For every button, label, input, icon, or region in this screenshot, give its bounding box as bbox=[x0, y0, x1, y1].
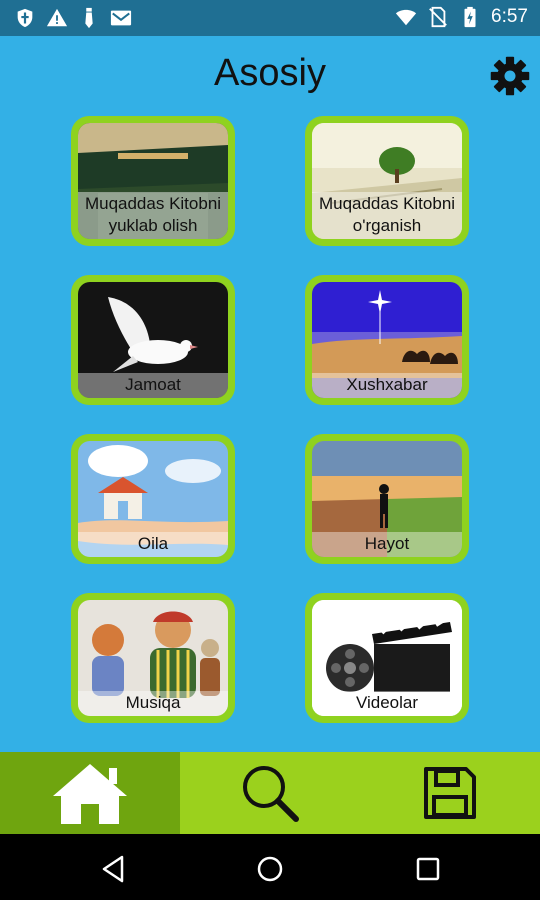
tile-hayot[interactable]: Hayot bbox=[305, 434, 469, 564]
save-icon bbox=[424, 767, 476, 819]
tile-label: Xushxabar bbox=[312, 373, 462, 398]
battery-icon bbox=[464, 6, 476, 28]
tile-label: Videolar bbox=[312, 691, 462, 716]
tile-image: Muqaddas Kitobni o'rganish bbox=[312, 123, 462, 239]
home-circle-icon[interactable] bbox=[255, 854, 285, 884]
tile-musiqa[interactable]: Musiqa bbox=[71, 593, 235, 723]
nav-search[interactable] bbox=[180, 752, 360, 834]
tile-study-bible[interactable]: Muqaddas Kitobni o'rganish bbox=[305, 116, 469, 246]
wifi-icon bbox=[395, 9, 417, 26]
tile-image: Hayot bbox=[312, 441, 462, 557]
tile-oila[interactable]: Oila bbox=[71, 434, 235, 564]
tile-image: Oila bbox=[78, 441, 228, 557]
tile-image: Videolar bbox=[312, 600, 462, 716]
tile-image: Xushxabar bbox=[312, 282, 462, 398]
system-status: 6:57 bbox=[395, 6, 528, 28]
recents-icon[interactable] bbox=[413, 854, 443, 884]
notification-icons bbox=[14, 7, 132, 29]
tile-jamoat[interactable]: Jamoat bbox=[71, 275, 235, 405]
shield-icon bbox=[17, 8, 33, 28]
gear-icon[interactable] bbox=[488, 54, 532, 98]
bottom-navigation bbox=[0, 752, 540, 834]
tie-icon bbox=[85, 7, 93, 29]
tile-image: Muqaddas Kitobni yuklab olish bbox=[78, 123, 228, 239]
search-icon bbox=[243, 766, 299, 822]
system-navigation-bar bbox=[0, 834, 540, 900]
warning-icon bbox=[46, 8, 68, 27]
clock: 6:57 bbox=[491, 6, 528, 27]
tile-label: Musiqa bbox=[78, 691, 228, 716]
page-title: Asosiy bbox=[214, 52, 326, 94]
tile-image: Jamoat bbox=[78, 282, 228, 398]
tile-label: Hayot bbox=[312, 532, 462, 557]
tile-label: Muqaddas Kitobni yuklab olish bbox=[78, 192, 228, 239]
tile-videolar[interactable]: Videolar bbox=[305, 593, 469, 723]
tile-image: Musiqa bbox=[78, 600, 228, 716]
tile-label: Jamoat bbox=[78, 373, 228, 398]
no-sim-icon bbox=[429, 6, 447, 28]
tile-label: Oila bbox=[78, 532, 228, 557]
mail-icon bbox=[110, 10, 132, 26]
nav-home[interactable] bbox=[0, 752, 180, 834]
tile-label: Muqaddas Kitobni o'rganish bbox=[312, 192, 462, 239]
status-bar: 6:57 bbox=[0, 0, 540, 36]
back-icon[interactable] bbox=[98, 854, 128, 884]
tile-xushxabar[interactable]: Xushxabar bbox=[305, 275, 469, 405]
home-icon bbox=[53, 764, 127, 824]
tile-download-bible[interactable]: Muqaddas Kitobni yuklab olish bbox=[71, 116, 235, 246]
nav-save[interactable] bbox=[360, 752, 540, 834]
